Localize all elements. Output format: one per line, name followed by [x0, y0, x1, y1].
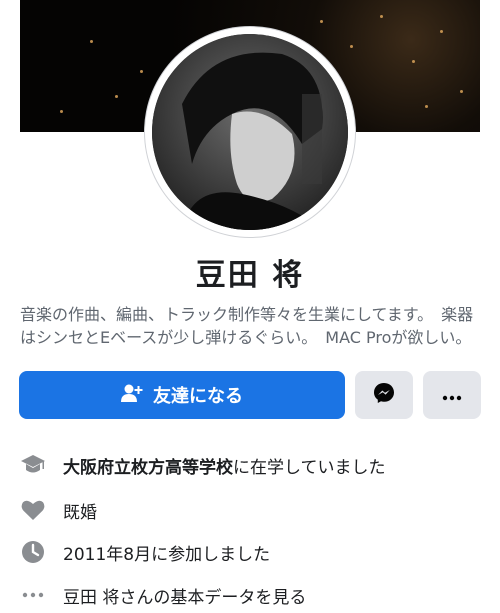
more-dots-icon [442, 386, 462, 405]
school-name-link[interactable]: 大阪府立枚方高等学校 [63, 458, 233, 478]
relationship-text: 既婚 [63, 502, 97, 523]
add-friend-button[interactable]: 友達になる [19, 371, 345, 419]
school-status-text: に在学していました [233, 457, 386, 478]
joined-text: 2011年8月に参加しました [63, 544, 271, 565]
graduation-cap-icon [20, 452, 46, 478]
about-link[interactable]: 豆田 将さんの基本データを見る [63, 583, 306, 608]
avatar-photo [152, 34, 348, 230]
education-row: 大阪府立枚方高等学校に在学していました [20, 450, 386, 480]
about-row[interactable]: 豆田 将さんの基本データを見る [20, 580, 306, 610]
ellipsis-icon [20, 582, 46, 608]
messenger-icon [373, 382, 395, 408]
message-button[interactable] [355, 371, 413, 419]
profile-avatar[interactable] [145, 27, 355, 237]
heart-icon [20, 497, 46, 523]
joined-row: 2011年8月に参加しました [20, 537, 270, 567]
add-friend-label: 友達になる [153, 386, 243, 407]
profile-bio: 音楽の作曲、編曲、トラック制作等々を生業にしてます。 楽器はシンセとEベースが少… [20, 305, 474, 347]
profile-name: 豆田 将 [195, 258, 305, 293]
more-button[interactable] [423, 371, 481, 419]
clock-icon [20, 539, 46, 565]
add-friend-icon [121, 383, 143, 408]
relationship-row: 既婚 [20, 495, 97, 525]
